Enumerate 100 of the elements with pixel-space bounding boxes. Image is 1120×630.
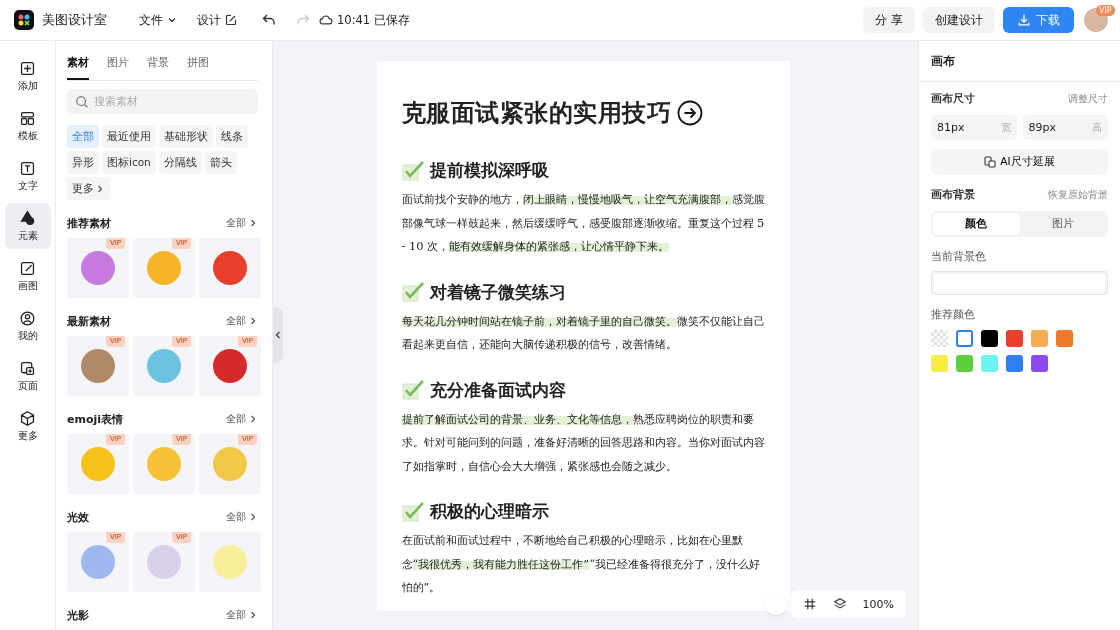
color-swatch[interactable]	[981, 330, 998, 347]
segment-tab[interactable]: 颜色	[933, 213, 1020, 235]
grid-icon[interactable]	[802, 597, 817, 611]
see-all-link[interactable]: 全部	[226, 216, 258, 230]
current-color-field[interactable]	[931, 271, 1108, 295]
section-title: 光影	[67, 607, 89, 623]
rail-item[interactable]: 添加	[4, 53, 51, 99]
app-logo-icon	[14, 10, 34, 30]
undo-icon[interactable]	[261, 12, 277, 28]
rail-item[interactable]: 我的	[4, 303, 51, 349]
tip-paragraph: 在面试前和面试过程中，不断地给自己积极的心理暗示，比如在心里默念“我很优秀，我有能力胜任这份工作”“我已经准备得很充分了，没什么好怕的”。	[401, 532, 761, 596]
rail-icon	[19, 59, 36, 77]
panel-tab[interactable]: 背景	[147, 55, 169, 80]
rail-item[interactable]: 画图	[4, 253, 51, 299]
chevron-icon	[248, 218, 258, 228]
color-swatch[interactable]	[1031, 355, 1048, 372]
sticker-thumbnail[interactable]	[199, 238, 261, 298]
color-swatch[interactable]	[1006, 330, 1023, 347]
background-label: 画布背景	[931, 188, 975, 202]
rail-icon	[19, 409, 36, 427]
see-all-link[interactable]: 全部	[226, 608, 258, 622]
section-title: 最新素材	[67, 313, 111, 329]
rail-icon	[19, 109, 36, 127]
filter-chip[interactable]: 最近使用	[102, 125, 156, 148]
panel-tab[interactable]: 素材	[67, 55, 89, 80]
arrow-circle-icon	[677, 100, 703, 126]
tip-heading: 对着镜子微笑练习	[429, 280, 566, 304]
ai-resize-button[interactable]: AI尺寸延展	[931, 149, 1108, 175]
app-name: 美图设计室	[42, 11, 107, 29]
rail-item[interactable]: 元素	[4, 203, 51, 249]
tip-paragraph: 每天花几分钟时间站在镜子前，对着镜子里的自己微笑。微笑不仅能让自己看起来更自信，还能向大脑传递积极的信号，改善情绪。	[401, 312, 765, 353]
collapse-handle[interactable]	[273, 307, 283, 363]
action-button[interactable]: 分 享	[863, 7, 915, 33]
filter-chip[interactable]: 线条	[216, 125, 248, 148]
search-icon	[75, 94, 89, 109]
color-swatch[interactable]	[1056, 330, 1073, 347]
filter-chip[interactable]: 图标icon	[102, 151, 156, 174]
width-field[interactable]: 81px 宽	[931, 115, 1017, 140]
rail-item[interactable]: 页面	[4, 353, 51, 399]
color-swatch[interactable]	[1006, 355, 1023, 372]
filter-chip[interactable]: 基础形状	[159, 125, 213, 148]
rail-item[interactable]: 文字	[4, 153, 51, 199]
filter-chip[interactable]: 箭头	[204, 151, 237, 174]
color-swatch[interactable]	[981, 355, 998, 372]
tip-paragraph: 提前了解面试公司的背景、业务、文化等信息，熟悉应聘岗位的职责和要求。针对可能问到的问题，准备好清晰的回答思路和内容。当你对面试内容了如指掌时，自信心会大大增强，紧张感也会随之减少。	[401, 410, 765, 475]
section-title: 光效	[67, 509, 89, 525]
color-swatch[interactable]	[956, 355, 973, 372]
rail-item[interactable]: 更多	[4, 403, 51, 449]
tip-heading: 提前模拟深呼吸	[429, 159, 549, 182]
filter-chip[interactable]: 分隔线	[158, 151, 202, 174]
chevron-icon	[248, 414, 258, 424]
color-swatch[interactable]	[931, 330, 948, 347]
rail-icon	[19, 259, 36, 277]
filter-chip[interactable]: 全部	[67, 125, 99, 148]
color-swatch[interactable]	[1031, 330, 1048, 347]
segment-tab[interactable]: 图片	[1019, 213, 1106, 235]
check-icon	[401, 380, 424, 400]
see-all-link[interactable]: 全部	[226, 314, 258, 328]
tip-paragraph: 面试前找个安静的地方，闭上眼睛，慢慢地吸气，让空气充满腹部，感觉腹部像气球一样鼓起来，然后缓缓呼气，感受腹部逐渐收缩。重复这个过程 5 - 10 次，能有效缓解身体的紧张感，让心情平静下来。	[401, 191, 765, 255]
size-label: 画布尺寸	[931, 92, 975, 106]
tip-heading: 积极的心理暗示	[429, 500, 549, 523]
panel-tab[interactable]: 拼图	[187, 55, 209, 80]
rail-icon	[19, 209, 36, 227]
height-field[interactable]: 89px 高	[1022, 115, 1108, 140]
filter-chip[interactable]: 更多	[67, 177, 110, 200]
tip-heading: 充分准备面试内容	[429, 378, 566, 402]
page-title: 克服面试紧张的实用技巧	[401, 97, 671, 129]
palette-label: 推荐颜色	[931, 308, 976, 322]
resize-link[interactable]: 调整尺寸	[1068, 92, 1108, 106]
color-swatch[interactable]	[931, 355, 948, 372]
download-button[interactable]: 下载	[1003, 7, 1074, 33]
check-icon	[401, 160, 424, 181]
sticker-thumbnail[interactable]	[199, 532, 261, 592]
color-swatch[interactable]	[956, 330, 973, 347]
rail-icon	[19, 309, 36, 327]
design-menu[interactable]: 设计	[191, 9, 243, 31]
section-title: 推荐素材	[67, 215, 111, 231]
restore-background-link[interactable]: 恢复原始背景	[1048, 188, 1108, 202]
save-status: 10:41 已保存	[337, 12, 410, 28]
chevron-icon	[95, 183, 105, 194]
action-button[interactable]: 创建设计	[923, 7, 995, 33]
see-all-link[interactable]: 全部	[226, 412, 258, 426]
zoom-level[interactable]: 100%	[862, 597, 894, 611]
search-field[interactable]: 搜索素材	[67, 89, 258, 114]
panel-tab[interactable]: 图片	[107, 55, 129, 80]
file-menu[interactable]: 文件	[133, 9, 183, 31]
chevron-icon	[248, 512, 258, 522]
check-icon	[401, 282, 424, 302]
chevron-icon	[273, 330, 283, 340]
resize-icon	[984, 156, 997, 168]
rail-icon	[19, 359, 36, 377]
see-all-link[interactable]: 全部	[226, 510, 258, 524]
layers-icon[interactable]	[832, 597, 847, 611]
chevron-icon	[248, 610, 258, 620]
section-title: emoji表情	[67, 411, 124, 427]
rail-item[interactable]: 模板	[4, 103, 51, 149]
rail-icon	[19, 159, 36, 177]
current-color-label: 当前背景色	[931, 250, 987, 264]
vip-badge: VIP	[1096, 5, 1115, 16]
filter-chip[interactable]: 异形	[67, 151, 99, 174]
